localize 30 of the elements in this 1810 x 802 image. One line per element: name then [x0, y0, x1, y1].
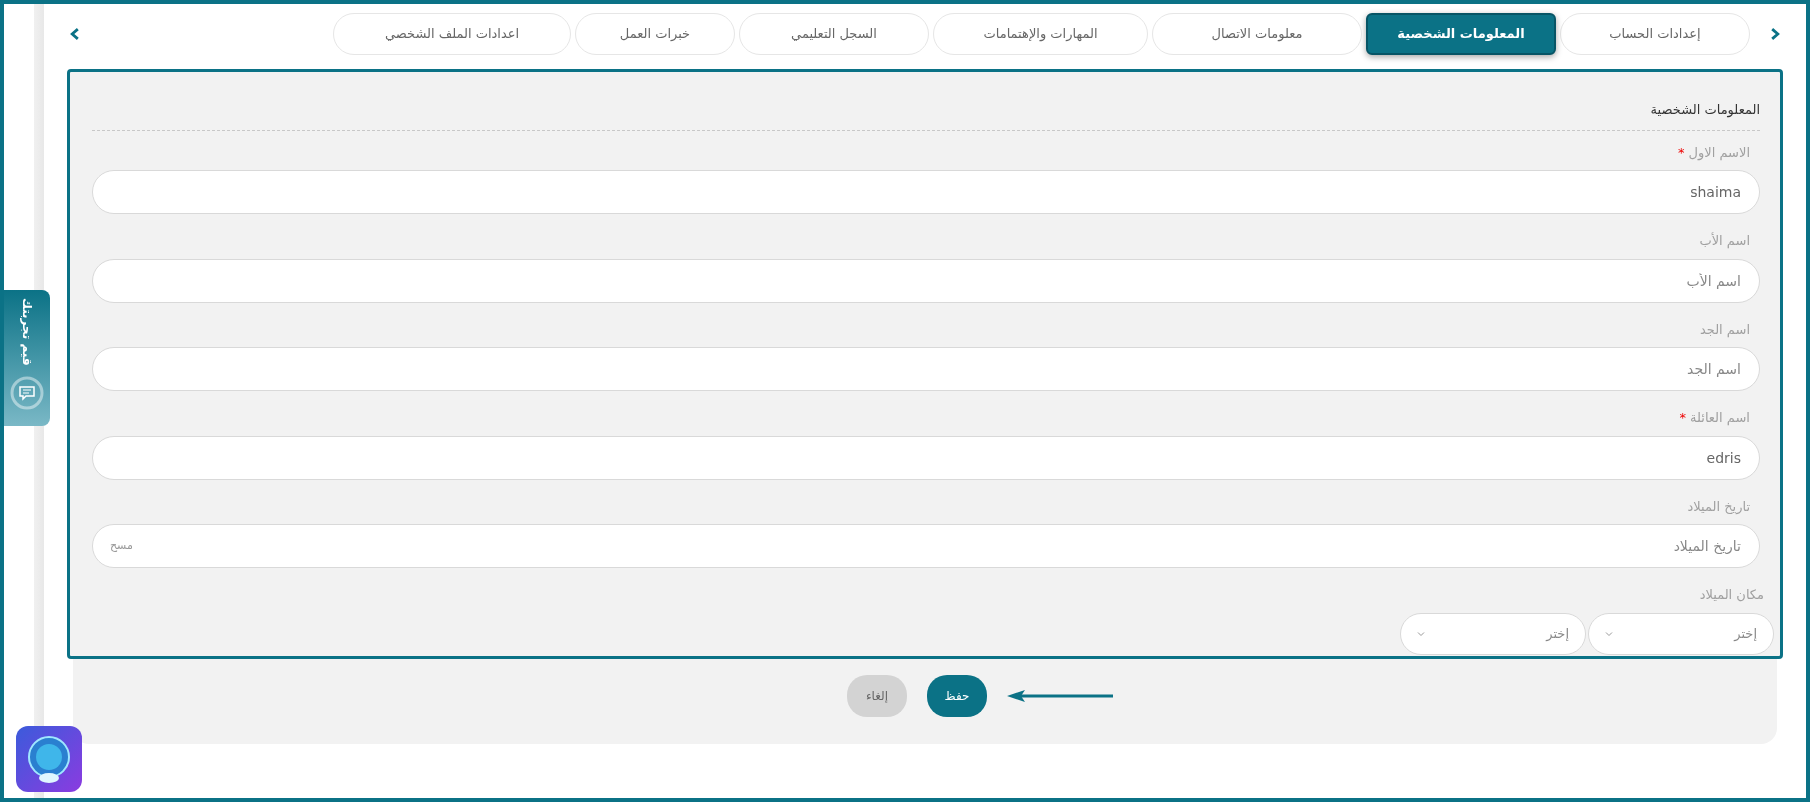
field-label: اسم الجد: [1699, 321, 1750, 337]
caret-icon: [1417, 630, 1425, 637]
save-button[interactable]: حفظ: [927, 675, 987, 717]
field-label: اسم الأب: [1699, 233, 1750, 248]
tab[interactable]: معلومات الاتصال: [1152, 13, 1362, 55]
select-field[interactable]: إختر: [1588, 612, 1774, 655]
tab[interactable]: المعلومات الشخصية: [1366, 13, 1556, 55]
chat-icon: [10, 375, 44, 410]
field-label: اسم العائلة: [1690, 410, 1750, 425]
caret-icon: [1605, 630, 1613, 637]
input-field[interactable]: shaima: [92, 170, 1760, 214]
tab[interactable]: اعدادات الملف الشخصي: [333, 13, 571, 55]
feedback-tab[interactable]: قيم تجربتك: [4, 290, 50, 426]
required-mark: *: [1678, 144, 1685, 160]
tab[interactable]: المهارات والإهتمامات: [933, 13, 1148, 55]
field-label: تاريخ الميلاد: [1687, 498, 1750, 514]
clear-link[interactable]: مسح: [110, 538, 133, 555]
section-title: المعلومات الشخصية: [92, 86, 1760, 131]
cancel-button[interactable]: إلغاء: [847, 675, 907, 717]
input-field[interactable]: اسم الأب: [92, 258, 1760, 303]
input-field[interactable]: edris: [92, 435, 1760, 480]
required-mark: *: [1679, 410, 1686, 425]
select-field[interactable]: إختر: [1400, 612, 1586, 655]
input-field[interactable]: اسم الجد: [92, 347, 1760, 391]
tab[interactable]: السجل التعليمي: [739, 13, 929, 55]
tab[interactable]: خبرات العمل: [575, 13, 735, 55]
chatbot-icon[interactable]: [16, 726, 82, 792]
field-label: مكان الميلاد: [1699, 587, 1764, 602]
field-label: الاسم الاول: [1688, 144, 1750, 160]
tab[interactable]: إعدادات الحساب: [1560, 13, 1750, 55]
